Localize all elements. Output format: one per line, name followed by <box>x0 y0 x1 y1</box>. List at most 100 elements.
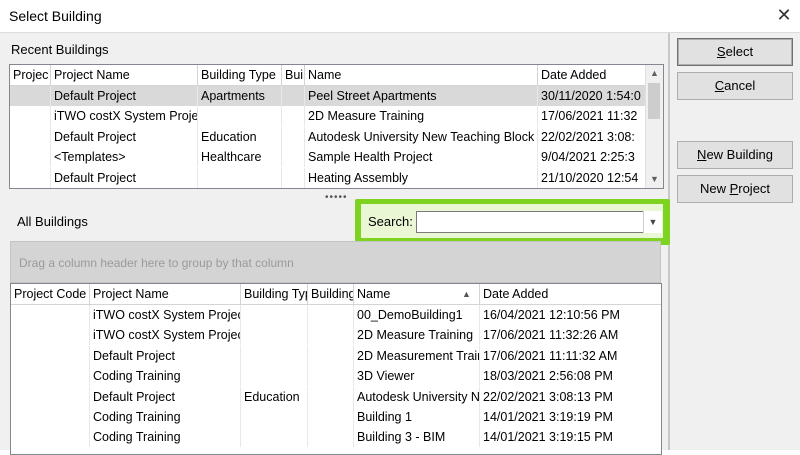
all-cell <box>241 427 308 448</box>
table-row[interactable]: Default Project Heating Assembly 21/10/202… <box>10 167 646 188</box>
scroll-thumb[interactable] <box>648 83 660 119</box>
all-cell <box>11 407 90 427</box>
all-cell <box>11 325 90 346</box>
recent-cell: Autodesk University New Teaching Block <box>305 126 538 147</box>
recent-cell: Default Project <box>51 126 198 147</box>
all-buildings-grid[interactable]: Project Code Project Name Building Typ B… <box>10 283 662 455</box>
all-cell: Coding Training <box>90 366 241 387</box>
all-cell <box>11 345 90 366</box>
all-col-date-added[interactable]: Date Added <box>480 284 661 304</box>
recent-col-building-type[interactable]: Building Type <box>198 65 282 85</box>
recent-cell <box>10 106 51 127</box>
all-cell <box>308 427 354 448</box>
recent-scrollbar[interactable]: ▲ ▼ <box>645 65 663 188</box>
sort-ascending-icon: ▲ <box>462 289 471 299</box>
table-row[interactable]: iTWO costX System Project 00_DemoBuilding… <box>11 305 661 325</box>
all-cell <box>308 407 354 427</box>
new-building-button[interactable]: New Building <box>677 141 793 169</box>
all-cell: Building 1 <box>354 407 480 427</box>
all-cell: 17/06/2021 11:32:26 AM <box>480 325 661 345</box>
recent-cell: 17/06/2021 11:32 <box>538 106 646 127</box>
recent-cell <box>282 86 305 106</box>
scroll-down-icon[interactable]: ▼ <box>646 171 663 188</box>
table-row[interactable]: iTWO costX System Proje 2D Measure Traini… <box>10 106 646 127</box>
select-button-label: elect <box>725 44 754 59</box>
all-cell <box>241 305 308 325</box>
all-col-name-label: Name <box>357 287 391 301</box>
all-cell: Coding Training <box>90 427 241 448</box>
recent-buildings-label: Recent Buildings <box>11 42 109 57</box>
table-row[interactable]: iTWO costX System Project 2D Measure Trai… <box>11 325 661 346</box>
recent-cell <box>282 167 305 188</box>
recent-cell <box>198 167 282 188</box>
all-cell: Autodesk University N <box>354 386 480 407</box>
all-col-project-code[interactable]: Project Code <box>11 284 90 304</box>
all-cell <box>308 366 354 387</box>
window-title: Select Building <box>9 8 102 24</box>
scroll-up-icon[interactable]: ▲ <box>646 65 663 82</box>
all-cell <box>11 386 90 407</box>
table-row[interactable]: Default Project Education Autodesk Univers… <box>11 386 661 407</box>
search-label: Search: <box>368 214 413 229</box>
all-cell: Coding Training <box>90 407 241 427</box>
all-cell <box>11 366 90 387</box>
recent-cell <box>282 126 305 147</box>
recent-cell: Sample Health Project <box>305 147 538 168</box>
recent-cell: Peel Street Apartments <box>305 86 538 106</box>
recent-cell <box>10 126 51 147</box>
new-building-button-label: ew Building <box>706 147 773 162</box>
all-cell: 18/03/2021 2:56:08 PM <box>480 366 661 386</box>
recent-col-building[interactable]: Buil <box>282 65 305 85</box>
all-cell: iTWO costX System Project <box>90 325 241 346</box>
all-col-name[interactable]: Name ▲ <box>354 284 480 304</box>
all-col-building-type[interactable]: Building Typ <box>241 284 308 304</box>
all-cell: 17/06/2021 11:11:32 AM <box>480 346 661 366</box>
table-row[interactable]: Coding Training 3D Viewer 18/03/2021 2:56:… <box>11 366 661 387</box>
table-row[interactable]: Default Project Education Autodesk Univers… <box>10 126 646 147</box>
table-row[interactable]: Default Project Apartments Peel Street Apa… <box>10 86 646 106</box>
recent-cell: Default Project <box>51 167 198 188</box>
recent-cell <box>198 106 282 127</box>
table-row[interactable]: Default Project 2D Measurement Training17… <box>11 345 661 366</box>
recent-cell <box>282 106 305 127</box>
all-cell: Default Project <box>90 345 241 366</box>
recent-cell: 22/02/2021 3:08: <box>538 126 646 147</box>
new-project-button[interactable]: New Project <box>677 175 793 203</box>
cancel-button[interactable]: Cancel <box>677 72 793 100</box>
search-dropdown-icon[interactable]: ▼ <box>643 211 662 233</box>
all-cell: iTWO costX System Project <box>90 305 241 325</box>
recent-col-date-added[interactable]: Date Added <box>538 65 646 85</box>
all-col-project-name[interactable]: Project Name <box>90 284 241 304</box>
recent-cell <box>10 167 51 188</box>
new-project-button-prefix: New <box>699 181 730 196</box>
all-col-building[interactable]: Building <box>308 284 354 304</box>
table-row[interactable]: Coding Training Building 1 14/01/2021 3:19… <box>11 407 661 427</box>
recent-col-name[interactable]: Name <box>305 65 538 85</box>
cancel-button-label: ancel <box>724 78 756 93</box>
recent-cell <box>282 147 305 168</box>
all-cell <box>241 325 308 346</box>
recent-col-project-name[interactable]: Project Name <box>51 65 198 85</box>
recent-col-project-code[interactable]: Projec <box>10 65 51 85</box>
all-cell <box>241 366 308 387</box>
all-cell <box>308 386 354 407</box>
group-by-hint: Drag a column header here to group by th… <box>19 256 294 270</box>
new-project-button-mnemonic: P <box>729 181 739 196</box>
recent-cell: <Templates> <box>51 147 198 168</box>
all-buildings-label: All Buildings <box>17 214 88 229</box>
all-cell: 14/01/2021 3:19:15 PM <box>480 427 661 447</box>
all-cell: 2D Measure Training <box>354 325 480 346</box>
close-icon[interactable]: ✕ <box>772 3 796 27</box>
recent-cell: 9/04/2021 2:25:3 <box>538 147 646 168</box>
all-cell <box>11 305 90 325</box>
recent-buildings-grid[interactable]: Projec Project Name Building Type Buil N… <box>9 64 664 189</box>
all-cell <box>308 345 354 366</box>
search-input[interactable] <box>416 211 662 233</box>
splitter-handle[interactable]: ••••• <box>325 193 347 203</box>
table-row[interactable]: Coding Training Building 3 - BIM 14/01/202… <box>11 427 661 448</box>
recent-cell: Apartments <box>198 86 282 106</box>
all-cell <box>308 325 354 346</box>
recent-cell <box>10 147 51 168</box>
table-row[interactable]: <Templates> Healthcare Sample Health Proje… <box>10 147 646 168</box>
select-button[interactable]: Select <box>677 38 793 66</box>
